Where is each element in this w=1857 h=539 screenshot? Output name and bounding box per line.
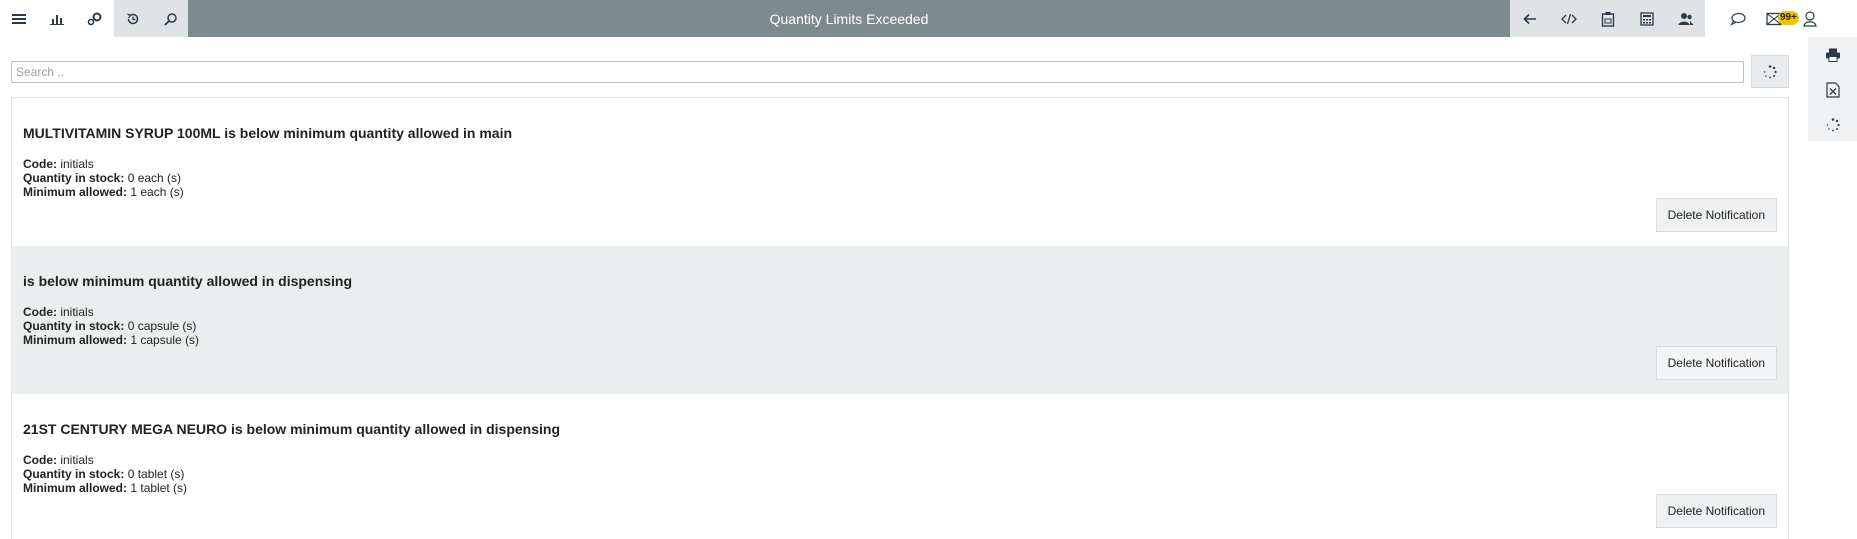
notification-title: MULTIVITAMIN SYRUP 100ML is below minimu…	[23, 125, 513, 141]
spinner-icon[interactable]	[1808, 107, 1857, 142]
mail-button[interactable]: 99+	[1756, 0, 1799, 37]
chat-icon[interactable]	[1720, 0, 1756, 37]
left-toolbar	[0, 0, 190, 37]
settings-gears-icon[interactable]	[76, 0, 114, 37]
quantity-line: Quantity in stock: 0 capsule (s)	[23, 319, 197, 333]
code-icon[interactable]	[1549, 0, 1588, 37]
code-line: Code: initials	[23, 157, 94, 171]
notification-title: is below minimum quantity allowed in dis…	[23, 273, 353, 289]
user-toolbar: 99+	[1720, 0, 1828, 37]
users-icon[interactable]	[1666, 0, 1705, 37]
top-bar: Quantity Limits Exceeded 99+	[0, 0, 1857, 37]
minimum-line: Minimum allowed: 1 each (s)	[23, 185, 184, 199]
minimum-line: Minimum allowed: 1 capsule (s)	[23, 333, 200, 347]
history-icon[interactable]	[114, 0, 152, 37]
bar-chart-icon[interactable]	[38, 0, 76, 37]
refresh-button[interactable]	[1751, 55, 1789, 88]
spinner-icon	[1763, 64, 1777, 78]
menu-icon[interactable]	[0, 0, 38, 37]
print-icon[interactable]	[1808, 37, 1857, 72]
notification-item: MULTIVITAMIN SYRUP 100ML is below minimu…	[12, 98, 1788, 246]
clipboard-icon[interactable]	[1588, 0, 1627, 37]
code-line: Code: initials	[23, 453, 94, 467]
excel-export-icon[interactable]	[1808, 72, 1857, 107]
page-title: Quantity Limits Exceeded	[188, 0, 1510, 37]
delete-notification-button[interactable]: Delete Notification	[1655, 494, 1777, 528]
side-panel	[1808, 37, 1857, 141]
back-arrow-icon[interactable]	[1510, 0, 1549, 37]
right-toolbar	[1510, 0, 1705, 37]
code-line: Code: initials	[23, 305, 94, 319]
minimum-line: Minimum allowed: 1 tablet (s)	[23, 481, 188, 495]
search-icon[interactable]	[152, 0, 190, 37]
delete-notification-button[interactable]: Delete Notification	[1655, 346, 1777, 380]
notification-list: MULTIVITAMIN SYRUP 100ML is below minimu…	[11, 97, 1789, 539]
quantity-line: Quantity in stock: 0 each (s)	[23, 171, 182, 185]
quantity-line: Quantity in stock: 0 tablet (s)	[23, 467, 185, 481]
delete-notification-button[interactable]: Delete Notification	[1655, 198, 1777, 232]
notification-item: 21ST CENTURY MEGA NEURO is below minimum…	[12, 394, 1788, 539]
notification-item: is below minimum quantity allowed in dis…	[12, 246, 1788, 394]
calculator-icon[interactable]	[1627, 0, 1666, 37]
notification-title: 21ST CENTURY MEGA NEURO is below minimum…	[23, 421, 560, 437]
search-input[interactable]	[11, 61, 1744, 83]
mail-count-badge: 99+	[1778, 11, 1799, 25]
